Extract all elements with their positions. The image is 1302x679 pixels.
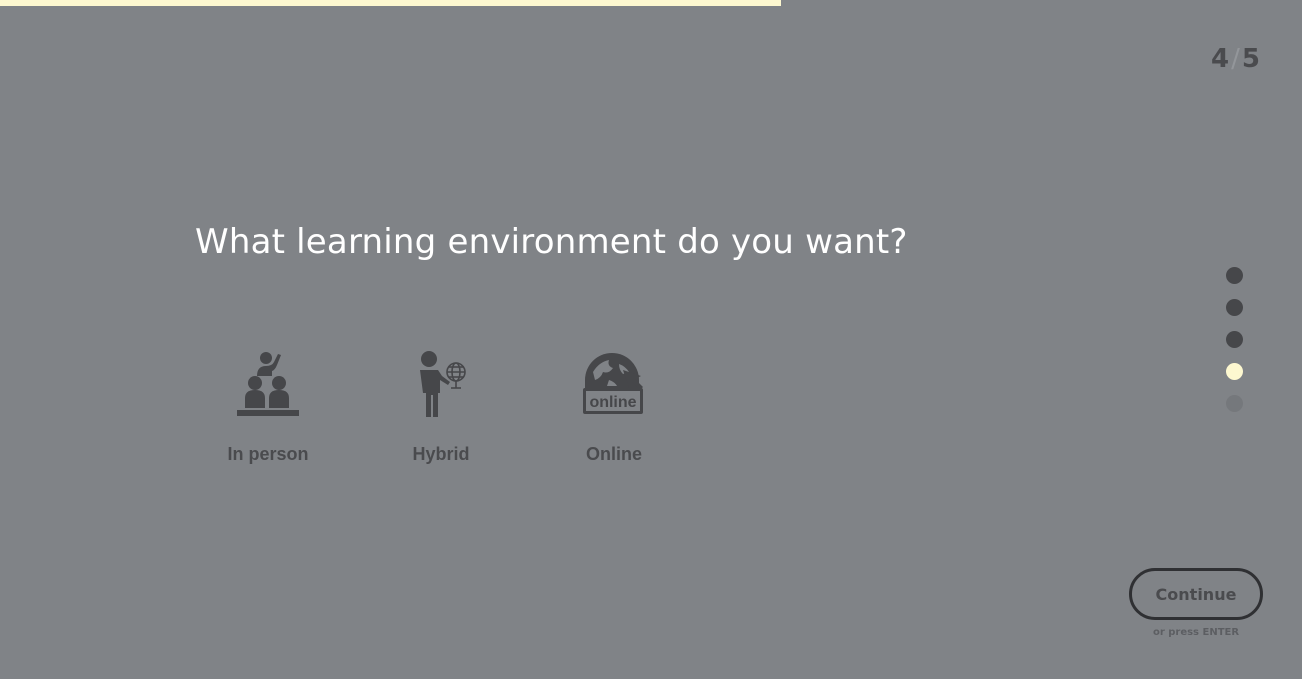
option-label: Hybrid	[412, 444, 470, 464]
question-title: What learning environment do you want?	[195, 222, 908, 262]
option-online[interactable]: online Online	[549, 350, 679, 470]
step-counter-current: 4	[1211, 44, 1230, 74]
option-hybrid[interactable]: Hybrid	[376, 350, 506, 470]
option-in-person[interactable]: In person	[203, 350, 333, 470]
progress-bar	[0, 0, 1302, 6]
enter-hint: or press ENTER	[1152, 627, 1240, 638]
step-counter: 4/5	[1211, 44, 1260, 74]
option-label: Online	[585, 444, 642, 464]
step-counter-separator: /	[1231, 44, 1240, 74]
step-dots	[1226, 267, 1244, 427]
option-label: In person	[227, 444, 309, 464]
step-dot-1[interactable]	[1226, 267, 1243, 284]
online-globe-icon: online	[583, 353, 643, 414]
teacher-globe-icon	[420, 351, 466, 417]
continue-button[interactable]: Continue	[1129, 568, 1263, 620]
classroom-icon	[237, 352, 299, 416]
step-dot-2[interactable]	[1226, 299, 1243, 316]
step-dot-3[interactable]	[1226, 331, 1243, 348]
step-counter-total: 5	[1241, 44, 1260, 74]
progress-bar-fill	[0, 0, 782, 6]
options-group: In person Hybrid online Online	[0, 350, 800, 480]
step-dot-4[interactable]	[1226, 363, 1243, 380]
svg-text:online: online	[589, 394, 636, 411]
step-dot-5[interactable]	[1226, 395, 1243, 412]
